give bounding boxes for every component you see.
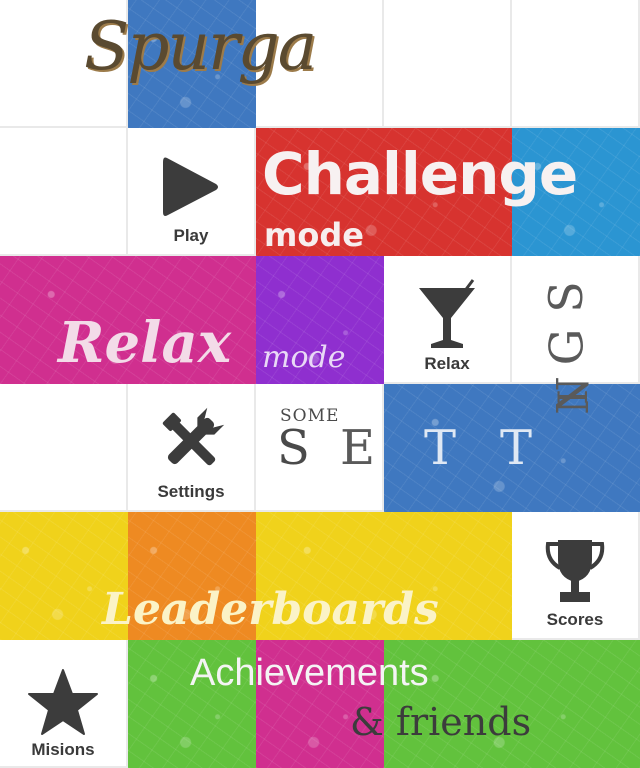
relax-label: Relax [424, 354, 470, 373]
settings-letter-e: E [340, 420, 376, 476]
play-label: Play [173, 226, 209, 245]
missions-label: Misions [31, 740, 95, 759]
play-button[interactable]: Play [128, 128, 256, 256]
martini-glass-icon [419, 279, 475, 348]
grid-tile [384, 0, 512, 128]
settings-label: Settings [157, 482, 225, 501]
challenge-title: Challenge [262, 140, 578, 208]
relax-mode-title: Relax [58, 310, 232, 376]
relax-mode-subtitle: mode [262, 340, 346, 375]
tools-icon [162, 407, 225, 466]
settings-letter-s2: S [538, 281, 593, 313]
settings-button[interactable]: Settings [128, 384, 256, 512]
trophy-icon [545, 540, 605, 602]
star-icon [28, 669, 98, 735]
achievements-line1: Achievements [190, 652, 429, 694]
app-logo: Spurga [84, 8, 317, 85]
scores-button[interactable]: Scores [512, 512, 640, 640]
relax-button[interactable]: Relax [384, 256, 512, 384]
settings-letter-n: N [547, 376, 599, 415]
settings-letter-g: G [539, 328, 594, 366]
missions-button[interactable]: Misions [0, 640, 128, 768]
scores-label: Scores [546, 610, 604, 629]
play-icon [163, 157, 218, 216]
achievements-line2: & friends [350, 700, 532, 744]
grid-tile [0, 384, 128, 512]
grid-tile [0, 128, 128, 256]
challenge-subtitle: mode [264, 216, 364, 254]
leaderboards-title: Leaderboards [102, 584, 439, 635]
settings-letter-t1: T [424, 420, 457, 476]
grid-tile [512, 0, 640, 128]
settings-letter-t2: T [500, 420, 533, 476]
settings-letter-s: S [277, 420, 310, 476]
